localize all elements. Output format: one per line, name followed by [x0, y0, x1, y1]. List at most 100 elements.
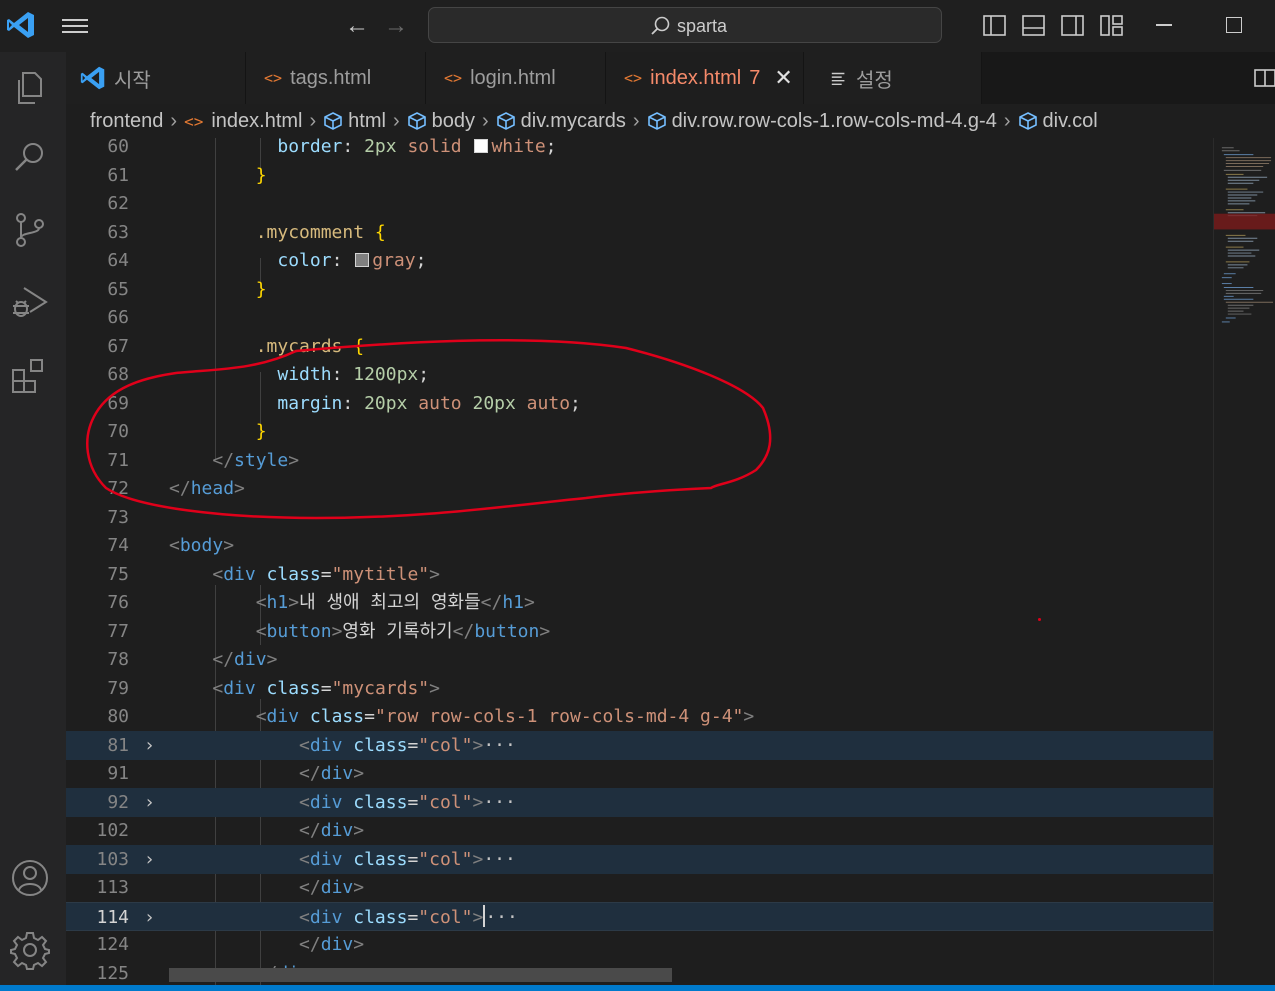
code-line: 73	[66, 503, 1213, 532]
horizontal-scrollbar[interactable]	[169, 968, 672, 982]
code-line: 66	[66, 303, 1213, 332]
line-number: 60	[107, 138, 129, 157]
breadcrumb-item[interactable]: body	[432, 110, 475, 133]
code-line: 72 </head>	[66, 474, 1213, 503]
code-line: 69 margin: 20px auto 20px auto;	[66, 389, 1213, 418]
code-line: 124 </div>	[66, 930, 1213, 959]
tab-start[interactable]: 시작	[66, 52, 246, 104]
breadcrumb-item[interactable]: div.row.row-cols-1.row-cols-md-4.g-4	[672, 110, 997, 133]
code-line: 62	[66, 189, 1213, 218]
html-file-icon: <>	[444, 69, 463, 87]
search-icon[interactable]	[10, 138, 50, 178]
tab-label: tags.html	[290, 66, 372, 89]
breadcrumb-item[interactable]: index.html	[211, 110, 302, 133]
search-text: sparta	[677, 16, 728, 36]
line-number: 77	[107, 621, 129, 642]
tab-label: 시작	[114, 69, 151, 92]
code-line: 64 color: gray;	[66, 246, 1213, 275]
explorer-icon[interactable]	[10, 68, 50, 108]
code-line: 63 .mycomment {	[66, 218, 1213, 247]
breadcrumb-item[interactable]: frontend	[90, 110, 163, 133]
run-debug-icon[interactable]	[10, 282, 50, 322]
command-center-search[interactable]: sparta	[428, 7, 942, 43]
code-text: .mycards {	[255, 336, 365, 357]
menu-hamburger-icon[interactable]	[60, 14, 90, 38]
symbol-element-icon	[1018, 112, 1037, 130]
breadcrumb-item[interactable]: div.mycards	[521, 110, 626, 133]
code-text: <div class="mycards">	[212, 678, 440, 699]
customize-layout-icon[interactable]	[1097, 13, 1126, 39]
toggle-primary-sidebar-icon[interactable]	[980, 13, 1009, 39]
settings-gear-icon[interactable]	[10, 930, 50, 970]
line-number: 73	[107, 507, 129, 528]
extensions-icon[interactable]	[10, 356, 50, 396]
folded-ellipsis[interactable]: ···	[483, 849, 516, 870]
line-number: 68	[107, 364, 129, 385]
html-file-icon: <>	[264, 69, 283, 87]
folded-ellipsis[interactable]: ···	[483, 735, 516, 756]
code-line: 67 .mycards {	[66, 332, 1213, 361]
window-maximize-button[interactable]	[1226, 17, 1242, 33]
code-text: color: gray;	[277, 250, 427, 271]
symbol-element-icon	[407, 112, 426, 130]
code-text: <div class="row row-cols-1 row-cols-md-4…	[255, 706, 755, 727]
toggle-panel-icon[interactable]	[1019, 13, 1048, 39]
nav-forward-button[interactable]: →	[384, 12, 408, 40]
tab-tags-html[interactable]: <> tags.html	[246, 52, 426, 104]
tab-settings[interactable]: 설정	[804, 52, 982, 104]
toggle-secondary-sidebar-icon[interactable]	[1058, 13, 1087, 39]
code-text: }	[255, 421, 267, 442]
line-number: 92	[107, 792, 129, 813]
fold-chevron-right-icon[interactable]: ›	[144, 788, 155, 817]
code-text: width: 1200px;	[277, 364, 430, 385]
nav-back-button[interactable]: ←	[345, 12, 369, 40]
code-line: 70 }	[66, 417, 1213, 446]
tab-label: index.html	[650, 66, 742, 89]
folded-ellipsis[interactable]: ···	[483, 792, 516, 813]
folded-ellipsis[interactable]: ···	[485, 907, 518, 928]
line-number: 102	[96, 820, 129, 841]
code-text: </div>	[299, 934, 365, 955]
fold-chevron-right-icon[interactable]: ›	[144, 731, 155, 760]
fold-chevron-right-icon[interactable]: ›	[144, 845, 155, 874]
code-text: <h1>내 생애 최고의 영화들</h1>	[255, 592, 535, 613]
code-line: 65 }	[66, 275, 1213, 304]
line-number: 103	[96, 849, 129, 870]
line-number: 66	[107, 307, 129, 328]
code-text: <body>	[169, 535, 235, 556]
code-line: 78 </div>	[66, 645, 1213, 674]
tab-label: login.html	[470, 66, 556, 89]
minimap[interactable]	[1213, 138, 1275, 985]
code-text: </style>	[212, 450, 300, 471]
fold-chevron-right-icon[interactable]: ›	[144, 903, 155, 932]
code-editor[interactable]: 60 border: 2px solid white; 61 } 62 63 .…	[66, 138, 1213, 985]
color-swatch[interactable]	[474, 139, 489, 153]
tab-index-html[interactable]: <> index.html 7 ✕	[606, 52, 804, 104]
code-line: 113 </div>	[66, 873, 1213, 902]
chevron-right-icon: ›	[1003, 109, 1011, 132]
window-minimize-button[interactable]	[1156, 24, 1172, 26]
problems-count-badge: 7	[749, 66, 761, 89]
chevron-right-icon: ›	[170, 109, 178, 132]
source-control-icon[interactable]	[10, 210, 50, 250]
account-icon[interactable]	[10, 858, 50, 898]
title-bar: ← → sparta	[0, 0, 1275, 52]
chevron-right-icon: ›	[632, 109, 640, 132]
line-number: 67	[107, 336, 129, 357]
close-icon[interactable]: ✕	[774, 65, 792, 91]
line-number: 62	[107, 193, 129, 214]
code-text: </div>	[299, 763, 365, 784]
line-number: 75	[107, 564, 129, 585]
code-line: 74 <body>	[66, 531, 1213, 560]
tab-label: 설정	[856, 69, 893, 92]
line-number: 125	[96, 963, 129, 984]
color-swatch[interactable]	[355, 253, 370, 267]
code-text: border: 2px solid white;	[277, 138, 557, 157]
vscode-logo-icon	[80, 66, 105, 90]
breadcrumb-item[interactable]: div.col	[1043, 110, 1098, 133]
code-text: .mycomment {	[255, 222, 386, 243]
tab-login-html[interactable]: <> login.html	[426, 52, 606, 104]
code-text: <div class="col">···	[299, 905, 518, 928]
breadcrumb-item[interactable]: html	[348, 110, 386, 133]
split-editor-icon[interactable]	[1253, 68, 1275, 88]
